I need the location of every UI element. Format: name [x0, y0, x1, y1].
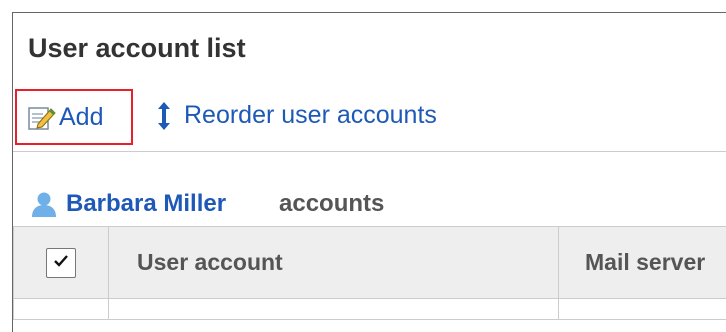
user-account-table: User account Mail server	[13, 226, 726, 320]
accounts-suffix: accounts	[279, 190, 384, 218]
table-row	[14, 299, 726, 320]
user-icon	[30, 190, 58, 218]
add-label: Add	[59, 103, 103, 132]
column-header-mail-server[interactable]: Mail server	[559, 227, 726, 299]
toolbar: Add Reorder user accounts	[13, 81, 726, 135]
table-cell	[14, 299, 109, 320]
select-all-cell	[14, 227, 109, 299]
checkmark-icon	[52, 252, 70, 270]
select-all-checkbox[interactable]	[46, 248, 76, 278]
add-button[interactable]: Add	[15, 89, 133, 145]
table-header-row: User account Mail server	[14, 227, 726, 299]
column-header-user-account[interactable]: User account	[109, 227, 559, 299]
table-cell	[559, 299, 726, 320]
reorder-label: Reorder user accounts	[184, 101, 437, 130]
edit-document-icon	[28, 105, 56, 131]
table-cell	[109, 299, 559, 320]
user-name-link[interactable]: Barbara Miller	[66, 190, 226, 218]
page-title: User account list	[28, 33, 246, 64]
divider	[13, 151, 726, 152]
vertical-arrows-icon	[156, 101, 172, 131]
